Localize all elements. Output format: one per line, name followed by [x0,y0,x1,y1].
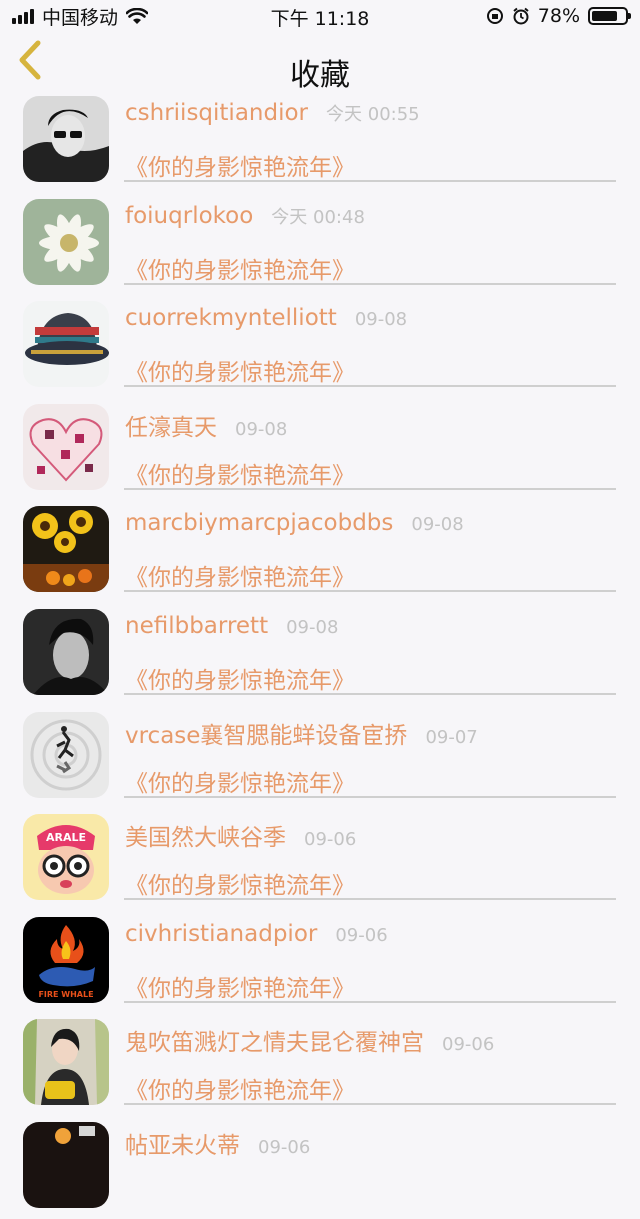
favorite-time: 09-08 [354,309,408,331]
avatar[interactable]: FIRE WHALE [23,916,109,1003]
divider [124,385,616,388]
favorite-item[interactable]: 帖亚未火蒂 09-06 [0,1116,640,1219]
favorite-item[interactable]: foiuqrlokoo 今天 00:48 《你的身影惊艳流年》 [0,193,640,296]
favorite-time: 09-06 [442,1034,495,1056]
favorite-item[interactable]: marcbiymarcpjacobdbs 09-08 《你的身影惊艳流年》 [0,500,640,603]
status-bar: 中国移动 下午 11:18 78% [0,0,640,32]
favorites-list[interactable]: cshriisqitiandior 今天 00:55 《你的身影惊艳流年》 fo… [0,90,640,1219]
divider [124,898,616,901]
favorite-item[interactable]: FIRE WHALE civhristianadpior 09-06 《你的身影… [0,911,640,1014]
avatar[interactable] [23,1019,109,1106]
user-name: 任濠真天 [125,414,217,441]
favorite-time: 09-08 [411,514,464,536]
favorite-content: 《你的身影惊艳流年》 [125,975,355,1002]
favorite-time: 09-06 [258,1136,311,1158]
avatar-logo-text: FIRE WHALE [38,990,93,999]
favorite-content: 《你的身影惊艳流年》 [125,1078,355,1105]
avatar[interactable] [23,198,109,285]
divider [124,1103,616,1106]
status-right: 78% [486,4,631,28]
divider [124,590,616,593]
avatar-cap-text: ARALE [46,831,86,844]
favorite-content: 《你的身影惊艳流年》 [125,462,355,489]
avatar[interactable] [23,1121,109,1208]
user-name: 帖亚未火蒂 [125,1132,240,1159]
favorite-content: 《你的身影惊艳流年》 [125,360,355,387]
favorite-item[interactable]: cshriisqitiandior 今天 00:55 《你的身影惊艳流年》 [0,90,640,193]
user-name: 鬼吹笛溅灯之情夫昆仑覆神宫 [125,1030,424,1057]
favorite-content: 《你的身影惊艳流年》 [125,565,355,592]
favorite-item[interactable]: ARALE 美国然大峡谷季 09-06 《你的身影惊艳流年》 [0,808,640,911]
user-name: cshriisqitiandior [125,100,309,126]
battery-icon [588,7,631,25]
favorite-time: 今天 00:48 [271,206,365,228]
favorite-content: 《你的身影惊艳流年》 [125,873,355,900]
user-name: civhristianadpior [125,920,318,947]
divider [124,180,616,182]
divider [124,1000,616,1003]
favorite-time: 09-07 [425,726,478,748]
avatar[interactable] [23,608,109,695]
favorite-time: 09-08 [286,616,339,638]
avatar[interactable] [23,506,109,593]
favorite-item[interactable]: vrcase襄智腮能蛘设备宦挢 09-07 《你的身影惊艳流年》 [0,706,640,809]
user-name: vrcase襄智腮能蛘设备宦挢 [125,722,408,749]
divider [124,487,616,490]
nav-bar: 收藏 [0,32,640,93]
user-name: marcbiymarcpjacobdbs [125,510,394,537]
avatar[interactable] [23,301,109,388]
favorite-time: 09-06 [335,924,388,946]
favorite-time: 09-06 [304,829,357,851]
page-title: 收藏 [290,58,350,93]
avatar[interactable] [23,403,109,490]
divider [124,795,616,798]
user-name: foiuqrlokoo [125,202,254,229]
favorite-item[interactable]: nefilbbarrett 09-08 《你的身影惊艳流年》 [0,603,640,706]
favorite-item[interactable]: 任濠真天 09-08 《你的身影惊艳流年》 [0,398,640,501]
favorite-content: 《你的身影惊艳流年》 [125,155,355,181]
favorite-content: 《你的身影惊艳流年》 [125,770,355,797]
avatar[interactable]: ARALE [23,814,109,901]
favorite-content: 《你的身影惊艳流年》 [125,667,355,694]
avatar[interactable] [23,96,109,182]
orientation-lock-icon [486,8,503,24]
favorite-content: 《你的身影惊艳流年》 [125,257,355,284]
favorite-time: 今天 00:55 [326,104,420,125]
favorite-time: 09-08 [235,418,288,440]
user-name: nefilbbarrett [125,612,269,639]
favorite-item[interactable]: 鬼吹笛溅灯之情夫昆仑覆神宫 09-06 《你的身影惊艳流年》 [0,1013,640,1116]
favorite-item[interactable]: cuorrekmyntelliott 09-08 《你的身影惊艳流年》 [0,295,640,398]
divider [124,282,616,285]
alarm-icon [513,7,529,25]
user-name: 美国然大峡谷季 [125,825,286,852]
battery-percent: 78% [537,5,580,27]
user-name: cuorrekmyntelliott [125,305,337,332]
divider [124,692,616,695]
avatar[interactable] [23,711,109,798]
